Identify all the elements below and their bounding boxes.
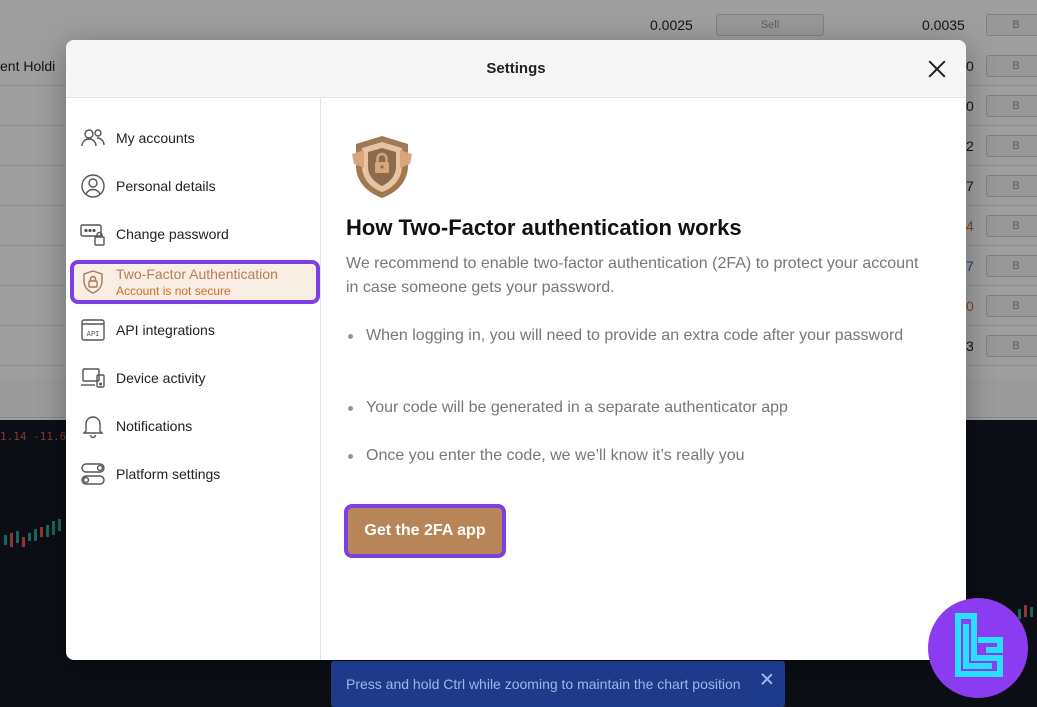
sidebar-item-platform-settings[interactable]: Platform settings bbox=[70, 452, 320, 496]
two-factor-content: How Two-Factor authentication works We r… bbox=[322, 98, 966, 660]
sidebar-item-label: Two-Factor Authentication bbox=[116, 266, 278, 282]
list-item: When logging in, you will need to provid… bbox=[346, 324, 926, 348]
modal-header: Settings bbox=[66, 40, 966, 98]
content-intro: We recommend to enable two-factor authen… bbox=[346, 255, 919, 296]
devices-icon bbox=[80, 365, 106, 391]
settings-sidebar: My accounts Personal details Change pass… bbox=[66, 98, 321, 660]
shield-lock-icon bbox=[80, 269, 106, 295]
toast-message: Press and hold Ctrl while zooming to mai… bbox=[346, 676, 741, 692]
shield-lock-icon bbox=[350, 134, 414, 200]
sidebar-item-label: Notifications bbox=[116, 418, 193, 434]
users-icon bbox=[80, 125, 106, 151]
close-icon[interactable] bbox=[759, 671, 775, 687]
sidebar-item-label: Change password bbox=[116, 226, 229, 242]
user-circle-icon bbox=[80, 173, 106, 199]
sidebar-item-personal-details[interactable]: Personal details bbox=[70, 164, 320, 208]
brand-logo bbox=[928, 598, 1028, 698]
sidebar-item-change-password[interactable]: Change password bbox=[70, 212, 320, 256]
bell-icon bbox=[80, 413, 106, 439]
sidebar-item-notifications[interactable]: Notifications bbox=[70, 404, 320, 448]
security-warning-text: Account is not secure bbox=[116, 284, 231, 298]
toggles-icon bbox=[80, 461, 106, 487]
sidebar-item-two-factor-authentication[interactable]: Two-Factor Authentication Account is not… bbox=[70, 260, 320, 304]
list-item: Once you enter the code, we we’ll know i… bbox=[346, 444, 926, 468]
sidebar-item-my-accounts[interactable]: My accounts bbox=[70, 116, 320, 160]
zoom-hint-toast: Press and hold Ctrl while zooming to mai… bbox=[331, 661, 785, 707]
content-title: How Two-Factor authentication works bbox=[346, 215, 742, 240]
sidebar-item-label: Device activity bbox=[116, 370, 206, 386]
settings-modal: Settings My accounts Personal details Ch… bbox=[66, 40, 966, 660]
sidebar-item-label: API integrations bbox=[116, 322, 215, 338]
sidebar-item-label: Personal details bbox=[116, 178, 216, 194]
sidebar-item-api-integrations[interactable]: API API integrations bbox=[70, 308, 320, 352]
sidebar-item-label: My accounts bbox=[116, 130, 195, 146]
close-button[interactable] bbox=[924, 56, 950, 82]
svg-text:API: API bbox=[87, 330, 100, 338]
sidebar-item-device-activity[interactable]: Device activity bbox=[70, 356, 320, 400]
modal-title: Settings bbox=[486, 60, 546, 77]
list-item: Your code will be generated in a separat… bbox=[346, 396, 926, 420]
password-lock-icon bbox=[80, 221, 106, 247]
sidebar-item-label: Platform settings bbox=[116, 466, 221, 482]
api-icon: API bbox=[80, 317, 106, 343]
get-2fa-app-button[interactable]: Get the 2FA app bbox=[344, 504, 506, 558]
